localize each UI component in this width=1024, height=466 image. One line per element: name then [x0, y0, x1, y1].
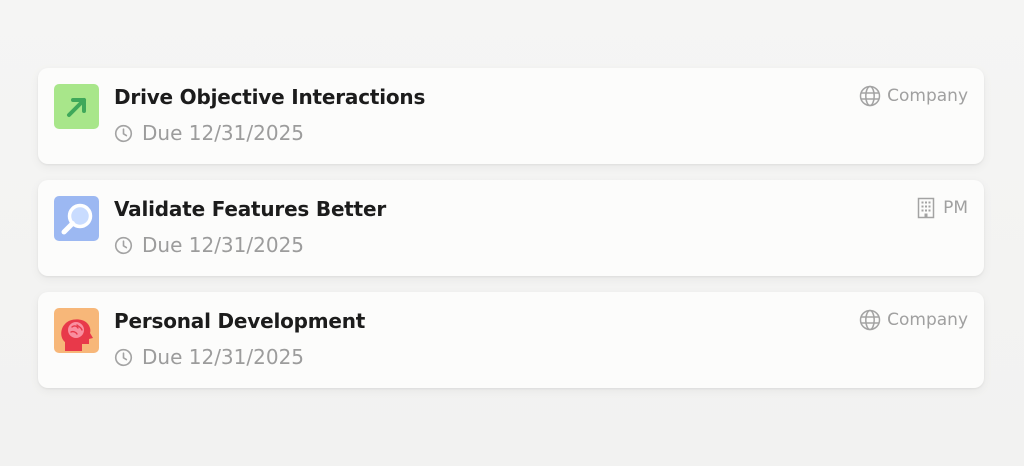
goal-title: Personal Development	[114, 309, 366, 333]
magnifier-icon	[54, 196, 99, 241]
clock-icon	[114, 348, 133, 367]
goal-title: Validate Features Better	[114, 197, 387, 221]
goal-due-date: Due 12/31/2025	[114, 345, 304, 369]
goal-title: Drive Objective Interactions	[114, 85, 426, 109]
clock-icon	[114, 236, 133, 255]
goals-list: Drive Objective Interactions Due 12/31/2…	[38, 68, 984, 404]
goal-scope-label: PM	[943, 198, 968, 218]
goal-card[interactable]: Personal Development Due 12/31/2025 Comp…	[38, 292, 984, 388]
goal-due-text: Due 12/31/2025	[142, 345, 305, 369]
head-brain-icon	[54, 308, 99, 353]
building-icon	[915, 197, 937, 219]
goal-due-text: Due 12/31/2025	[142, 121, 305, 145]
globe-icon	[859, 85, 881, 107]
goal-scope-label: Company	[887, 310, 968, 330]
clock-icon	[114, 124, 133, 143]
goal-scope: PM	[915, 197, 968, 219]
goal-scope: Company	[859, 309, 968, 331]
goal-due-date: Due 12/31/2025	[114, 233, 304, 257]
globe-icon	[859, 309, 881, 331]
goal-card[interactable]: Drive Objective Interactions Due 12/31/2…	[38, 68, 984, 164]
goal-card[interactable]: Validate Features Better Due 12/31/2025	[38, 180, 984, 276]
arrow-up-right-icon	[54, 84, 99, 129]
goal-scope-label: Company	[887, 86, 968, 106]
goal-due-date: Due 12/31/2025	[114, 121, 304, 145]
goal-scope: Company	[859, 85, 968, 107]
goal-due-text: Due 12/31/2025	[142, 233, 305, 257]
